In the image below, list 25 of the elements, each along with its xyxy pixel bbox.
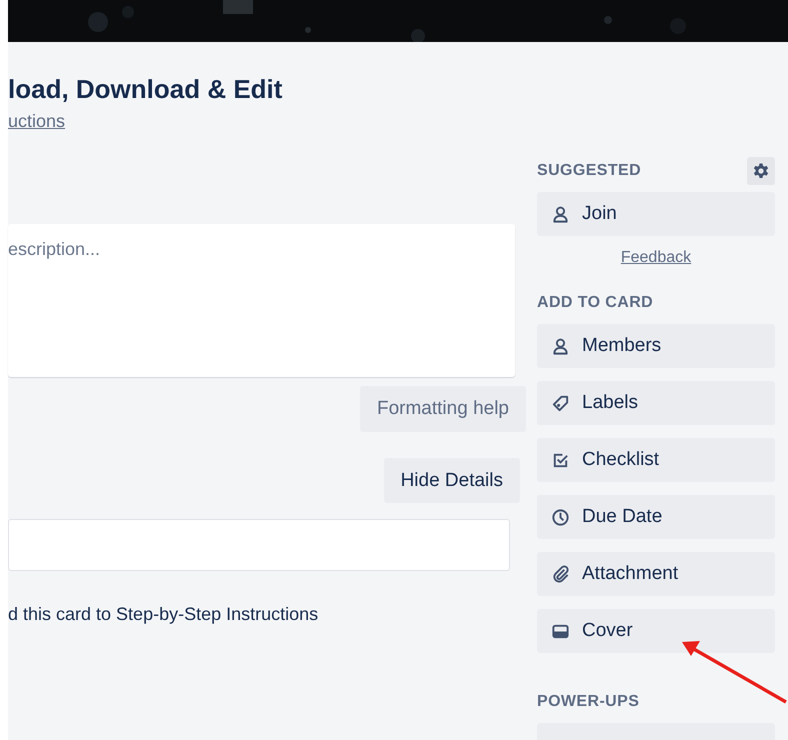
person-icon [551, 336, 570, 356]
section-heading: ADD TO CARD [537, 294, 654, 312]
feedback-link[interactable]: Feedback [620, 249, 692, 267]
description-field[interactable]: escription... [8, 224, 515, 377]
sidebar-button[interactable]: Checklist [537, 438, 775, 482]
section-heading: SUGGESTED [537, 162, 642, 180]
tag-icon [551, 394, 570, 412]
comment-field[interactable] [8, 519, 510, 571]
person-icon [551, 204, 570, 224]
card-title: load, Download & Edit [8, 73, 284, 105]
settings-button[interactable] [747, 157, 775, 185]
sidebar-button[interactable]: Join [537, 192, 775, 236]
section-heading: POWER-UPS [537, 693, 640, 711]
list-link[interactable]: uctions [8, 110, 520, 132]
sidebar-button[interactable]: Cover [537, 609, 775, 653]
sidebar-button[interactable]: Due Date [537, 495, 775, 539]
activity-text: d this card to Step-by-Step Instructions [8, 604, 320, 625]
settings-icon [752, 162, 770, 180]
formatting-help-button[interactable]: Formatting help [360, 386, 526, 432]
clock-icon [551, 508, 570, 526]
sidebar-button[interactable]: Attachment [537, 552, 775, 596]
sidebar-button[interactable]: Members [537, 324, 775, 368]
sidebar-button[interactable]: Labels [537, 381, 775, 425]
paperclip-icon [551, 564, 570, 584]
hide-details-button[interactable]: Hide Details [384, 458, 520, 503]
